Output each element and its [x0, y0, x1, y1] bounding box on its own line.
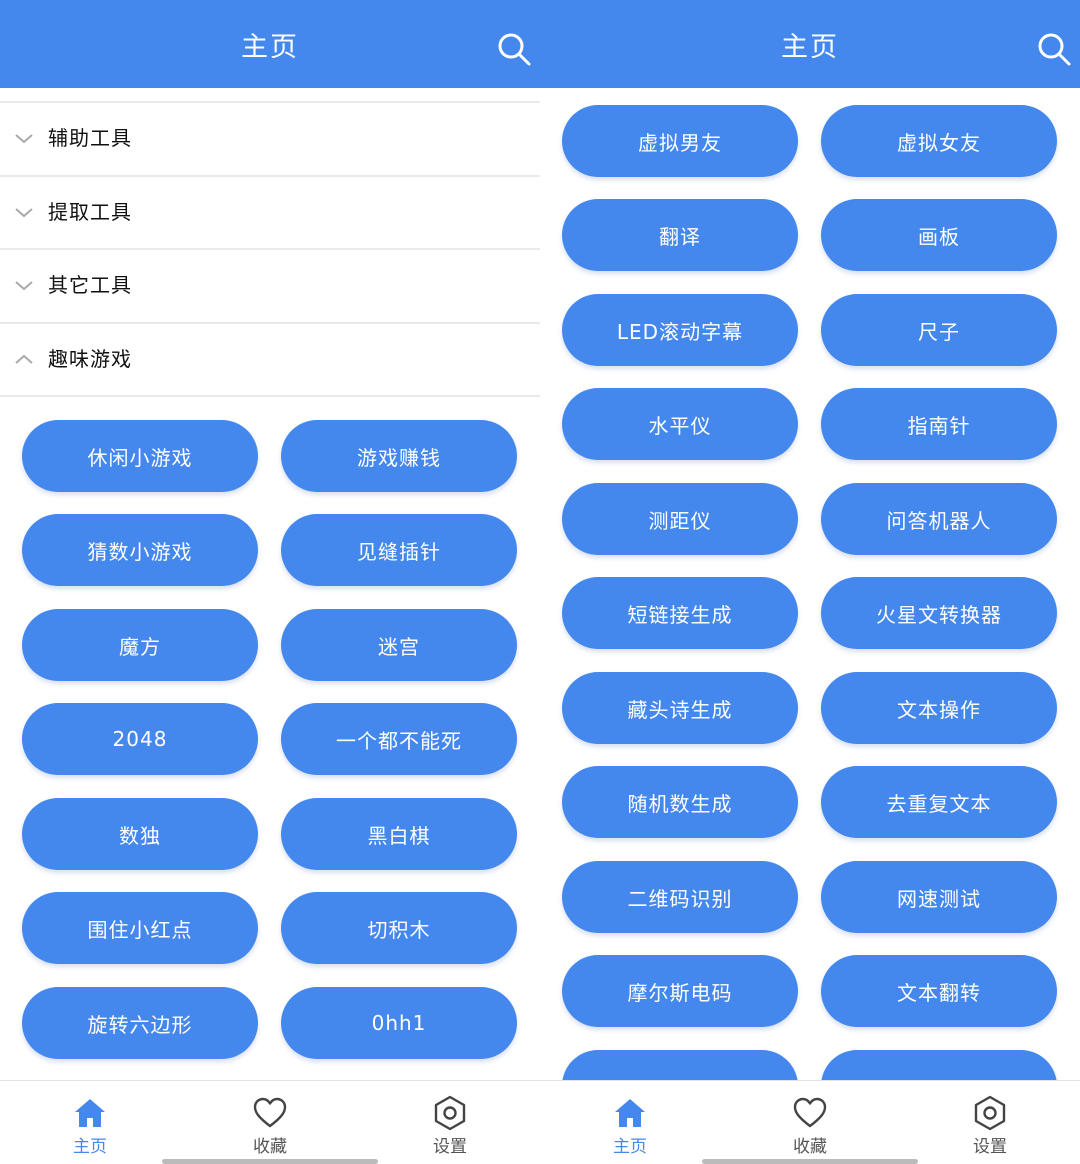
game-button[interactable]: 2048	[22, 703, 258, 775]
nav-label: 设置	[433, 1137, 467, 1157]
search-icon[interactable]	[496, 31, 532, 67]
accordion-assist-tools[interactable]: 辅助工具	[0, 101, 540, 174]
chevron-down-icon	[15, 208, 33, 218]
tool-button[interactable]: 画板	[821, 199, 1057, 271]
tool-button[interactable]: 问答机器人	[821, 483, 1057, 555]
nav-label: 设置	[973, 1137, 1007, 1157]
game-button[interactable]: 切积木	[281, 892, 517, 964]
game-button[interactable]: 见缝插针	[281, 514, 517, 586]
game-button[interactable]: 游戏赚钱	[281, 420, 517, 492]
tool-button[interactable]: 测距仪	[562, 483, 798, 555]
tool-button[interactable]: 网速测试	[821, 861, 1057, 933]
page-title: 主页	[241, 32, 299, 63]
tool-button[interactable]: 指南针	[821, 388, 1057, 460]
nav-settings[interactable]: 设置	[390, 1081, 510, 1164]
tool-button[interactable]: 虚拟女友	[821, 105, 1057, 177]
accordion-fun-games[interactable]: 趣味游戏	[0, 322, 540, 395]
bottom-nav: 主页 收藏 设置	[540, 1080, 1080, 1164]
chevron-down-icon	[15, 281, 33, 291]
chevron-down-icon	[15, 134, 33, 144]
game-button[interactable]: 休闲小游戏	[22, 420, 258, 492]
home-icon	[75, 1099, 105, 1127]
nav-label: 收藏	[793, 1137, 827, 1157]
game-button[interactable]: 一个都不能死	[281, 703, 517, 775]
tool-button[interactable]: 去重复文本	[821, 766, 1057, 838]
header-bar: 主页	[540, 0, 1080, 88]
nav-label: 主页	[613, 1137, 647, 1157]
tool-button[interactable]: 短链接生成	[562, 577, 798, 649]
bottom-nav: 主页 收藏 设置	[0, 1080, 540, 1164]
nav-settings[interactable]: 设置	[930, 1081, 1050, 1164]
home-icon	[615, 1099, 645, 1127]
nav-home[interactable]: 主页	[570, 1081, 690, 1164]
tool-button[interactable]: 尺子	[821, 294, 1057, 366]
game-button[interactable]: 黑白棋	[281, 798, 517, 870]
nav-label: 主页	[73, 1137, 107, 1157]
game-button[interactable]: 猜数小游戏	[22, 514, 258, 586]
home-indicator	[702, 1159, 918, 1164]
chevron-up-icon	[15, 354, 33, 364]
game-button[interactable]: 数独	[22, 798, 258, 870]
accordion-label: 提取工具	[48, 200, 132, 224]
nav-label: 收藏	[253, 1137, 287, 1157]
game-button[interactable]: 迷宫	[281, 609, 517, 681]
settings-icon	[434, 1095, 466, 1131]
heart-icon	[793, 1097, 827, 1128]
header-bar: 主页	[0, 0, 540, 88]
tool-button[interactable]: 虚拟男友	[562, 105, 798, 177]
tool-button[interactable]: 摩尔斯电码	[562, 955, 798, 1027]
accordion-extract-tools[interactable]: 提取工具	[0, 175, 540, 248]
tool-button[interactable]: 水平仪	[562, 388, 798, 460]
accordion-label: 趣味游戏	[48, 347, 132, 371]
tool-button[interactable]: 随机数生成	[562, 766, 798, 838]
left-screen: 主页 辅助工具 提取工具 其它工具 趣味游戏 休闲小游戏 游戏赚钱 猜数小游戏 …	[0, 0, 540, 1164]
accordion-label: 辅助工具	[48, 126, 132, 150]
tool-button[interactable]: 文本操作	[821, 672, 1057, 744]
tool-button[interactable]: 火星文转换器	[821, 577, 1057, 649]
game-button[interactable]: 0hh1	[281, 987, 517, 1059]
search-icon[interactable]	[1036, 31, 1072, 67]
divider	[0, 395, 540, 397]
home-indicator	[162, 1159, 378, 1164]
heart-icon	[253, 1097, 287, 1128]
game-button[interactable]: 旋转六边形	[22, 987, 258, 1059]
nav-favorites[interactable]: 收藏	[750, 1081, 870, 1164]
nav-favorites[interactable]: 收藏	[210, 1081, 330, 1164]
settings-icon	[974, 1095, 1006, 1131]
tool-button[interactable]: 文本翻转	[821, 955, 1057, 1027]
tool-button[interactable]: 翻译	[562, 199, 798, 271]
game-button[interactable]: 围住小红点	[22, 892, 258, 964]
tool-button[interactable]: 藏头诗生成	[562, 672, 798, 744]
accordion-other-tools[interactable]: 其它工具	[0, 248, 540, 321]
nav-home[interactable]: 主页	[30, 1081, 150, 1164]
tool-button[interactable]: LED滚动字幕	[562, 294, 798, 366]
accordion-label: 其它工具	[48, 273, 132, 297]
game-button[interactable]: 魔方	[22, 609, 258, 681]
tool-button[interactable]: 二维码识别	[562, 861, 798, 933]
page-title: 主页	[781, 32, 839, 63]
right-screen: 主页 虚拟男友 虚拟女友 翻译 画板 LED滚动字幕 尺子 水平仪 指南针 测距…	[540, 0, 1080, 1164]
